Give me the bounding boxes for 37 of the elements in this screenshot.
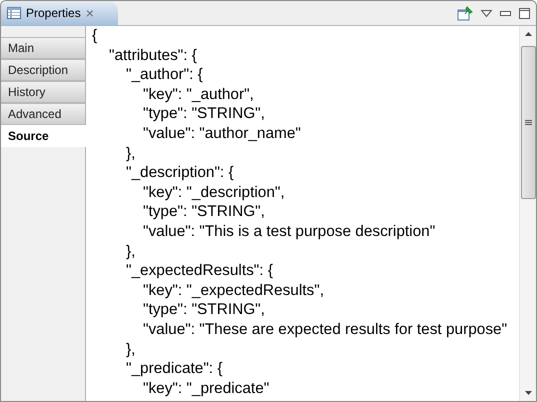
dropdown-icon[interactable] [481,10,492,16]
code-line: "key": "_predicate" [142,378,270,398]
code-line: "value": "author_name" [142,124,301,144]
scroll-thumb[interactable] [520,46,536,199]
code-line: { [92,26,98,46]
section-tab[interactable]: Source [1,125,86,147]
code-line: "_predicate": { [125,359,222,379]
code-line: "key": "_description", [142,182,285,202]
code-line: "key": "_author", [142,84,254,104]
code-line: "type": "STRING", [142,104,265,124]
code-line: "key": "_expectedResults", [142,280,324,300]
tab-title: Properties [26,5,81,22]
scroll-down-icon[interactable] [524,391,532,395]
code-line: "type": "STRING", [142,202,265,222]
code-line: }, [125,242,136,262]
scrollbar[interactable] [519,26,536,401]
close-button[interactable]: × [86,6,94,20]
section-tab[interactable]: Description [1,59,85,81]
pin-icon[interactable] [457,5,473,21]
properties-tab[interactable]: Properties × [1,1,118,25]
code-line: "_expectedResults": { [125,261,273,281]
scroll-up-icon[interactable] [524,32,532,36]
code-line: }, [125,144,136,164]
code-line: "attributes": { [108,46,197,66]
section-tab[interactable]: Main [1,37,85,59]
code-line: "value": "This is a test purpose description" [142,222,436,242]
code-line: "_description": { [125,163,234,183]
code-line: "value": "These are expected results for test purpose" [142,320,508,340]
section-tab[interactable]: Advanced [1,103,85,125]
table-icon [7,7,21,19]
code-line: }, [125,340,136,360]
maximize-icon[interactable] [519,8,530,18]
code-line: "_author": { [125,65,203,85]
code-line: "type": "STRING", [142,300,265,320]
minimize-icon[interactable] [500,10,511,16]
grip-icon [524,120,532,126]
section-tab[interactable]: History [1,81,85,103]
